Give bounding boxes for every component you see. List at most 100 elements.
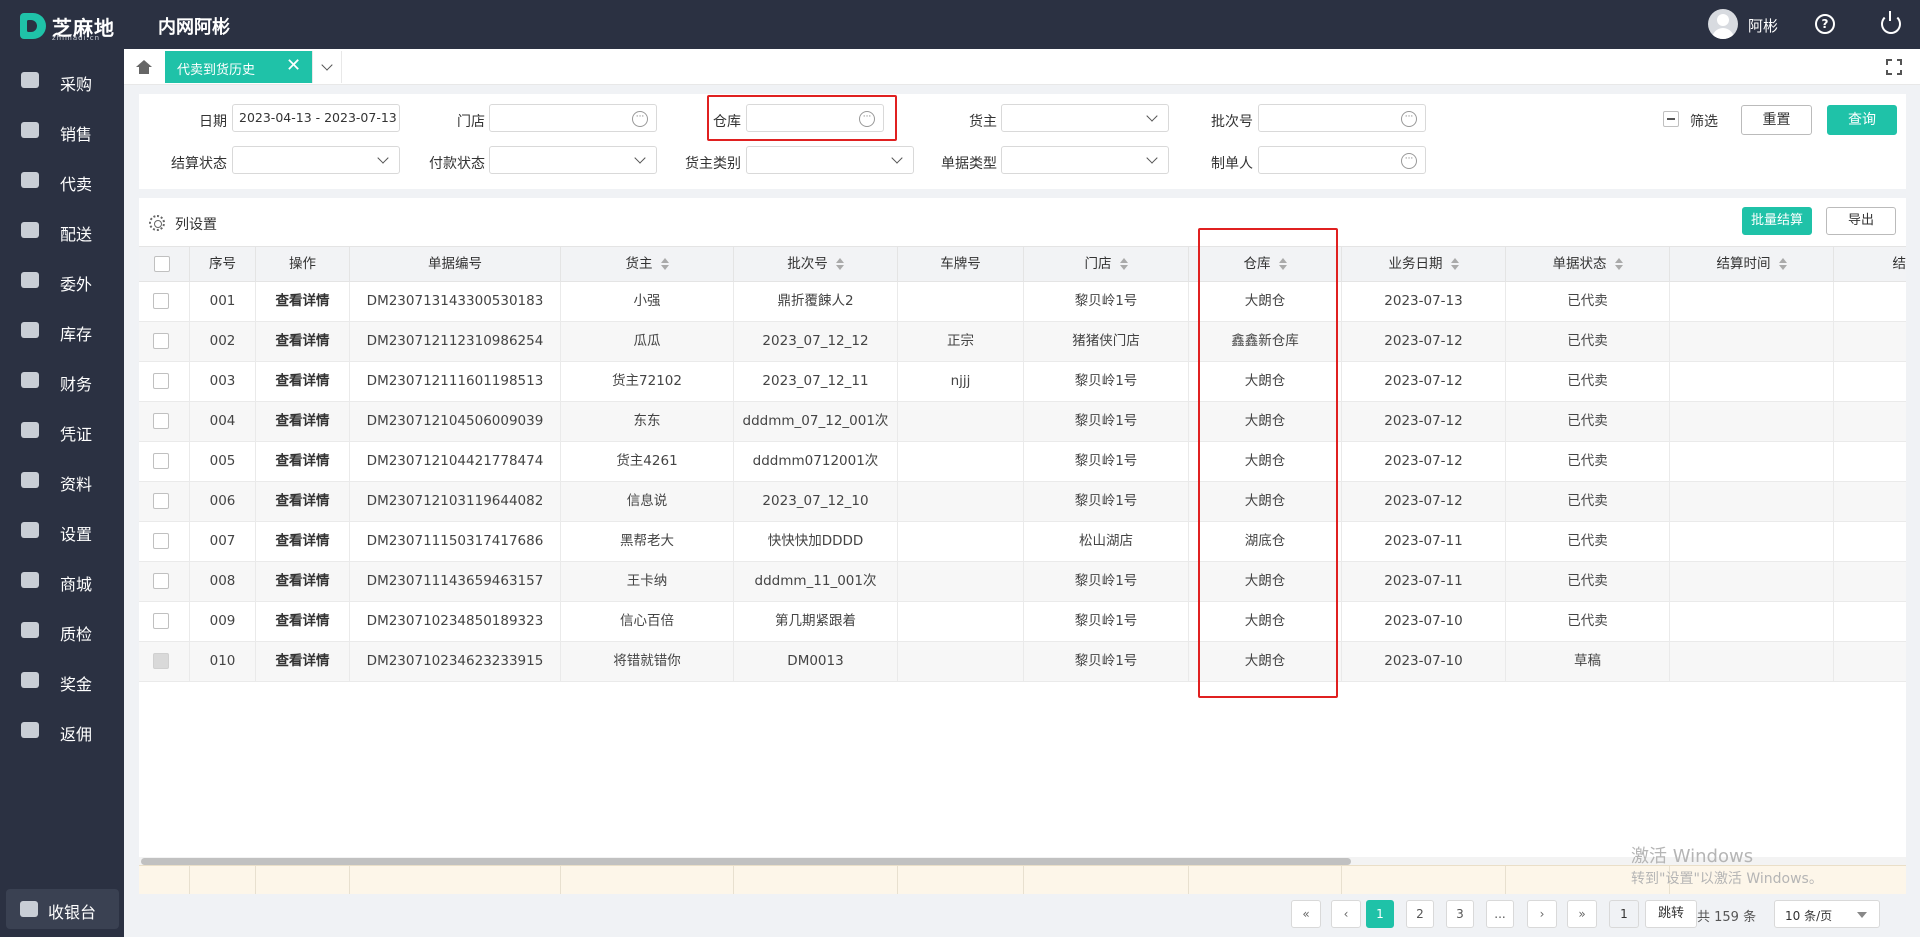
row-checkbox[interactable] xyxy=(153,613,169,629)
sidebar-item[interactable]: 库存 xyxy=(0,311,124,351)
sidebar-item[interactable]: 设置 xyxy=(0,511,124,551)
sort-icon[interactable] xyxy=(835,258,844,270)
table-row[interactable]: 010 查看详情 DM230710234623233915 将错就错你 DM0013 黎贝… xyxy=(139,642,1906,682)
view-details-link[interactable]: 查看详情 xyxy=(256,282,350,321)
sidebar-item[interactable]: 商城 xyxy=(0,561,124,601)
sidebar-item[interactable]: 资料 xyxy=(0,461,124,501)
date-range-input[interactable]: 2023-04-13 - 2023-07-13 xyxy=(232,104,400,132)
sidebar-item[interactable]: 返佣 xyxy=(0,711,124,751)
query-button[interactable]: 查询 xyxy=(1827,105,1897,135)
header-settle-time[interactable]: 结算时间 xyxy=(1670,247,1834,282)
view-details-link[interactable]: 查看详情 xyxy=(256,362,350,401)
sort-icon[interactable] xyxy=(1119,258,1128,270)
settle-status-select[interactable] xyxy=(232,146,400,174)
table-row[interactable]: 002 查看详情 DM230712112310986254 瓜瓜 2023_07_12_… xyxy=(139,322,1906,362)
prev-page-button[interactable]: ‹ xyxy=(1331,900,1361,928)
home-tab[interactable] xyxy=(124,51,164,83)
next-page-button[interactable]: › xyxy=(1527,900,1557,928)
close-icon[interactable]: ✕ xyxy=(286,56,301,76)
logout-icon[interactable] xyxy=(1881,11,1901,34)
export-button[interactable]: 导出 xyxy=(1826,207,1896,235)
batch-input[interactable]: ··· xyxy=(1258,104,1426,132)
table-row[interactable]: 008 查看详情 DM230711143659463157 王卡纳 dddmm_11_0… xyxy=(139,562,1906,602)
header-batch[interactable]: 批次号 xyxy=(734,247,898,282)
owner-select[interactable] xyxy=(1001,104,1169,132)
warehouse-input[interactable]: ··· xyxy=(746,104,884,132)
sidebar-item[interactable]: 代卖 xyxy=(0,161,124,201)
table-row[interactable]: 005 查看详情 DM230712104421778474 货主4261 dddmm07… xyxy=(139,442,1906,482)
more-icon[interactable]: ··· xyxy=(1401,153,1417,169)
table-row[interactable]: 006 查看详情 DM230712103119644082 信息说 2023_07_12… xyxy=(139,482,1906,522)
sort-icon[interactable] xyxy=(1614,258,1623,270)
filter-toggle-label[interactable]: 筛选 xyxy=(1690,111,1718,131)
view-details-link[interactable]: 查看详情 xyxy=(256,562,350,601)
jump-button[interactable]: 跳转 xyxy=(1645,900,1697,928)
row-checkbox[interactable] xyxy=(153,293,169,309)
table-row[interactable]: 003 查看详情 DM230712111601198513 货主72102 2023_0… xyxy=(139,362,1906,402)
more-icon[interactable]: ··· xyxy=(1401,111,1417,127)
row-checkbox[interactable] xyxy=(153,533,169,549)
header-status[interactable]: 单据状态 xyxy=(1506,247,1670,282)
page-size-select[interactable]: 10 条/页 xyxy=(1774,900,1880,928)
view-details-link[interactable]: 查看详情 xyxy=(256,642,350,681)
sidebar-item[interactable]: 销售 xyxy=(0,111,124,151)
view-details-link[interactable]: 查看详情 xyxy=(256,402,350,441)
sort-icon[interactable] xyxy=(660,258,669,270)
avatar[interactable] xyxy=(1708,9,1738,39)
row-checkbox[interactable] xyxy=(153,373,169,389)
row-checkbox[interactable] xyxy=(153,493,169,509)
row-checkbox[interactable] xyxy=(153,333,169,349)
help-icon[interactable]: ? xyxy=(1815,14,1835,34)
doc-type-select[interactable] xyxy=(1001,146,1169,174)
owner-type-select[interactable] xyxy=(746,146,914,174)
user-name[interactable]: 阿彬 xyxy=(1748,15,1778,36)
row-checkbox[interactable] xyxy=(153,413,169,429)
gear-icon[interactable] xyxy=(149,215,165,231)
column-settings-button[interactable]: 列设置 xyxy=(175,214,217,234)
table-row[interactable]: 007 查看详情 DM230711150317417686 黑帮老大 快快快加DDDD 松… xyxy=(139,522,1906,562)
sort-icon[interactable] xyxy=(1450,258,1459,270)
page-button-3[interactable]: 3 xyxy=(1446,900,1474,928)
view-details-link[interactable]: 查看详情 xyxy=(256,322,350,361)
header-biz-date[interactable]: 业务日期 xyxy=(1342,247,1506,282)
reset-button[interactable]: 重置 xyxy=(1741,105,1812,135)
table-row[interactable]: 001 查看详情 DM230713143300530183 小强 鼎折覆餗人2 黎贝岭1号… xyxy=(139,282,1906,322)
more-icon[interactable]: ··· xyxy=(859,111,875,127)
sidebar-item[interactable]: 财务 xyxy=(0,361,124,401)
sidebar-item[interactable]: 配送 xyxy=(0,211,124,251)
table-row[interactable]: 004 查看详情 DM230712104506009039 东东 dddmm_07_12… xyxy=(139,402,1906,442)
tab-menu-button[interactable] xyxy=(312,51,342,83)
fullscreen-icon[interactable] xyxy=(1885,58,1903,76)
row-checkbox[interactable] xyxy=(153,573,169,589)
scrollbar-thumb[interactable] xyxy=(141,858,1351,865)
store-input[interactable]: ··· xyxy=(489,104,657,132)
batch-settle-button[interactable]: 批量结算 xyxy=(1742,207,1812,235)
filter-toggle-checkbox[interactable] xyxy=(1663,111,1679,127)
sidebar-item[interactable]: 奖金 xyxy=(0,661,124,701)
page-button-2[interactable]: 2 xyxy=(1406,900,1434,928)
sidebar-item[interactable]: 委外 xyxy=(0,261,124,301)
view-details-link[interactable]: 查看详情 xyxy=(256,522,350,561)
page-button-1[interactable]: 1 xyxy=(1366,900,1394,928)
first-page-button[interactable]: « xyxy=(1291,900,1321,928)
logo[interactable]: 芝麻地 zhimadi.cn xyxy=(20,10,120,42)
sort-icon[interactable] xyxy=(1778,258,1787,270)
header-store[interactable]: 门店 xyxy=(1024,247,1189,282)
view-details-link[interactable]: 查看详情 xyxy=(256,482,350,521)
select-all-checkbox[interactable] xyxy=(154,256,170,272)
row-checkbox[interactable] xyxy=(153,653,169,669)
more-icon[interactable]: ··· xyxy=(632,111,648,127)
pay-status-select[interactable] xyxy=(489,146,657,174)
sidebar-item[interactable]: 凭证 xyxy=(0,411,124,451)
table-row[interactable]: 009 查看详情 DM230710234850189323 信心百倍 第几期紧跟着 黎贝岭… xyxy=(139,602,1906,642)
view-details-link[interactable]: 查看详情 xyxy=(256,442,350,481)
page-ellipsis-button[interactable]: ... xyxy=(1486,900,1514,928)
creator-input[interactable]: ··· xyxy=(1258,146,1426,174)
last-page-button[interactable]: » xyxy=(1567,900,1597,928)
sidebar-item[interactable]: 采购 xyxy=(0,61,124,101)
view-details-link[interactable]: 查看详情 xyxy=(256,602,350,641)
row-checkbox[interactable] xyxy=(153,453,169,469)
tab-consignment-arrival-history[interactable]: 代卖到货历史 ✕ xyxy=(165,51,312,83)
sidebar-item[interactable]: 质检 xyxy=(0,611,124,651)
page-jump-input[interactable]: 1 xyxy=(1609,900,1639,928)
